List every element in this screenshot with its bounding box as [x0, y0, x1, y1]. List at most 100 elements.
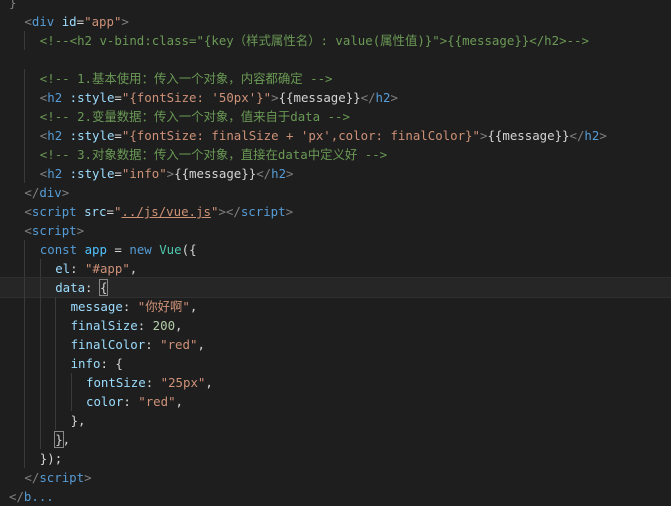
code-token: : — [123, 394, 139, 409]
code-token: : — [85, 280, 100, 295]
indent-guide — [39, 392, 41, 411]
code-token: h2 — [47, 90, 63, 105]
code-token: {{message}} — [278, 90, 361, 105]
code-line[interactable]: finalColor: "red", — [0, 335, 671, 354]
code-token: "red" — [160, 337, 198, 352]
code-token: app — [84, 242, 107, 257]
code-text: <h2 :style="{fontSize: '50px'}">{{messag… — [40, 88, 398, 107]
code-token: "你好啊" — [137, 299, 190, 314]
code-line[interactable]: }, — [0, 430, 671, 449]
code-line[interactable]: <!--<h2 v-bind:class="{key（样式属性名）: value… — [0, 31, 671, 50]
code-token: , — [189, 299, 198, 314]
code-line[interactable]: <div id="app"> — [0, 12, 671, 31]
code-token: </ — [360, 90, 376, 105]
code-line[interactable]: el: "#app", — [0, 259, 671, 278]
code-line[interactable]: <h2 :style="{fontSize: finalSize + 'px',… — [0, 126, 671, 145]
code-line[interactable]: <h2 :style="{fontSize: '50px'}">{{messag… — [0, 88, 671, 107]
code-text: <script> — [24, 221, 84, 240]
code-token: > — [84, 470, 92, 485]
code-line[interactable]: </b... — [0, 487, 671, 506]
code-token: info — [70, 356, 101, 371]
code-token: </ — [256, 166, 272, 181]
indent-guide — [39, 354, 41, 373]
code-token: script — [39, 470, 85, 485]
code-line[interactable]: color: "red", — [0, 392, 671, 411]
indent-guide — [55, 316, 57, 335]
indent-guide — [24, 240, 26, 259]
code-token: > — [390, 90, 398, 105]
code-text: <div id="app"> — [24, 12, 129, 31]
code-line[interactable]: fontSize: "25px", — [0, 373, 671, 392]
code-token: }, — [70, 413, 86, 428]
code-line[interactable]: </script> — [0, 468, 671, 487]
indent-guide — [24, 297, 26, 316]
code-editor[interactable]: } <div id="app"> <!--<h2 v-bind:class="{ke… — [0, 0, 671, 504]
code-token: = — [114, 166, 122, 181]
code-text: info: { — [71, 354, 123, 373]
code-line[interactable]: <script> — [0, 221, 671, 240]
code-token: : { — [100, 356, 123, 371]
code-token: > — [271, 90, 279, 105]
indent-guide — [24, 145, 26, 164]
code-token: data — [55, 280, 86, 295]
code-token: Vue — [159, 242, 182, 257]
indent-guide — [24, 88, 26, 107]
indent-guide — [24, 316, 26, 335]
indent-guide — [55, 373, 57, 392]
code-text: <script src="../js/vue.js"></script> — [24, 202, 293, 221]
code-line[interactable]: finalSize: 200, — [0, 316, 671, 335]
code-line[interactable]: data: { — [0, 277, 671, 298]
code-line[interactable]: <!-- 1.基本使用：传入一个对象，内容都确定 --> — [0, 69, 671, 88]
code-token: {{message}} — [487, 128, 570, 143]
code-token: div — [31, 14, 55, 29]
code-line[interactable] — [0, 50, 671, 69]
code-token: , — [129, 261, 138, 276]
code-token: color — [86, 394, 124, 409]
code-text: <h2 :style="info">{{message}}</h2> — [40, 164, 294, 183]
code-token: <!-- 3.对象数据：传入一个对象，直接在data中定义好 --> — [39, 147, 388, 162]
code-token: < — [24, 14, 32, 29]
code-token: > — [61, 185, 70, 200]
code-line[interactable]: <!-- 3.对象数据：传入一个对象，直接在data中定义好 --> — [0, 145, 671, 164]
code-token: : — [122, 299, 138, 314]
code-text: message: "你好啊", — [71, 297, 198, 316]
code-token: > — [599, 128, 607, 143]
code-token: } — [54, 431, 64, 448]
code-line[interactable]: message: "你好啊", — [0, 297, 671, 316]
indent-guide — [39, 335, 41, 354]
code-token: fontSize — [86, 375, 146, 390]
code-line[interactable]: info: { — [0, 354, 671, 373]
code-token: "red" — [138, 394, 176, 409]
code-token: <!-- 1.基本使用：传入一个对象，内容都确定 --> — [39, 71, 333, 86]
code-line[interactable]: }, — [0, 411, 671, 430]
code-line[interactable]: } — [0, 0, 671, 12]
code-token: </ — [24, 185, 40, 200]
indent-guide — [39, 430, 41, 449]
indent-guide — [39, 316, 41, 335]
code-line[interactable]: const app = new Vue({ — [0, 240, 671, 259]
indent-guide — [24, 31, 26, 50]
code-token: :style — [69, 166, 115, 181]
code-token: "{fontSize: finalSize + 'px',color: fina… — [121, 128, 480, 143]
code-token: : — [137, 318, 153, 333]
code-token: </ — [9, 489, 24, 504]
code-line[interactable]: }); — [0, 449, 671, 468]
code-token: script — [31, 204, 77, 219]
code-token: h2 — [271, 166, 287, 181]
indent-guide — [70, 373, 72, 392]
code-token: < — [24, 223, 32, 238]
code-line[interactable]: <script src="../js/vue.js"></script> — [0, 202, 671, 221]
code-line[interactable]: <h2 :style="info">{{message}}</h2> — [0, 164, 671, 183]
code-text: <!-- 1.基本使用：传入一个对象，内容都确定 --> — [40, 69, 333, 88]
indent-guide — [24, 430, 26, 449]
code-line[interactable]: </div> — [0, 183, 671, 202]
code-line[interactable]: <!-- 2.变量数据：传入一个对象，值来自于data --> — [0, 107, 671, 126]
code-text: } — [9, 0, 16, 12]
indent-guide — [24, 335, 26, 354]
code-token: = — [76, 14, 85, 29]
indent-guide — [39, 259, 41, 278]
indent-guide — [24, 392, 26, 411]
code-token: {{message}} — [174, 166, 257, 181]
